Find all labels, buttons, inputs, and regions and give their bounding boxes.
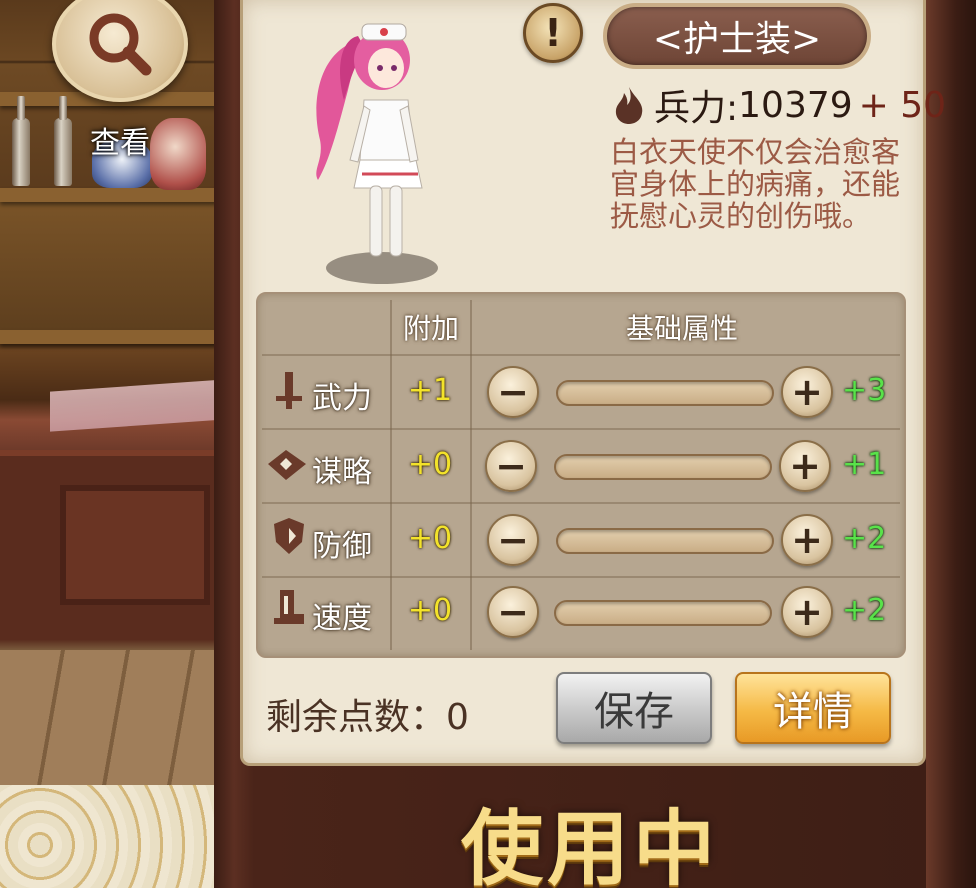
increase-force-button[interactable]: +	[781, 366, 833, 418]
force-slider[interactable]	[556, 380, 774, 406]
base-force: +3	[842, 373, 887, 408]
view-label: 查看	[90, 126, 150, 161]
shield-icon	[274, 518, 304, 554]
increase-strategy-button[interactable]: +	[779, 440, 831, 492]
flame-icon	[615, 87, 643, 124]
cabinet-panel	[60, 485, 210, 605]
sword-icon	[276, 372, 302, 409]
row-divider	[262, 428, 900, 430]
decrease-speed-button[interactable]: −	[487, 586, 539, 638]
decrease-defense-button[interactable]: −	[487, 514, 539, 566]
remaining-points-value: 0	[446, 697, 469, 738]
remaining-points-label: 剩余点数：	[266, 697, 447, 738]
decrease-strategy-button[interactable]: −	[485, 440, 537, 492]
boot-icon	[274, 590, 304, 624]
detail-button[interactable]: 详情	[735, 672, 891, 744]
power-value: 10379	[738, 84, 853, 126]
strategy-slider[interactable]	[554, 454, 772, 480]
frame-edge	[926, 0, 976, 888]
counter-top	[50, 378, 226, 432]
row-divider	[262, 576, 900, 578]
costume-name-plate: <护士装>	[603, 3, 871, 69]
header-bonus: 附加	[402, 312, 459, 345]
stat-label-force: 武力	[312, 381, 372, 416]
bonus-speed: +0	[407, 593, 453, 628]
row-divider	[262, 502, 900, 504]
bonus-strategy: +0	[407, 447, 453, 482]
bonus-defense: +0	[407, 521, 453, 556]
strategy-icon	[268, 450, 306, 480]
remaining-points: 剩余点数：0	[266, 688, 469, 740]
shelf	[0, 330, 226, 344]
nurse-character-sprite	[316, 23, 438, 284]
decrease-force-button[interactable]: −	[487, 366, 539, 418]
defense-slider[interactable]	[556, 528, 774, 554]
rug	[0, 785, 226, 888]
speed-slider[interactable]	[554, 600, 772, 626]
stat-label-strategy: 谋略	[312, 455, 372, 490]
save-button[interactable]: 保存	[556, 672, 712, 744]
row-divider	[262, 354, 900, 356]
power-bonus: + 50	[858, 84, 947, 126]
magnifier-icon	[89, 13, 152, 76]
bonus-force: +1	[407, 373, 453, 408]
base-speed: +2	[842, 593, 887, 628]
shelf	[0, 188, 226, 202]
bottle	[12, 96, 30, 186]
power-stat: 兵力: 10379 + 50	[612, 82, 947, 129]
stat-label-speed: 速度	[312, 601, 372, 636]
power-label: 兵力:	[654, 88, 739, 129]
base-strategy: +1	[842, 447, 887, 482]
floor	[0, 650, 226, 790]
increase-defense-button[interactable]: +	[781, 514, 833, 566]
info-exclamation-icon[interactable]: !	[523, 3, 583, 63]
header-base: 基础属性	[625, 312, 738, 345]
in-use-status: 使用中	[460, 802, 719, 888]
stat-label-defense: 防御	[312, 529, 372, 564]
base-defense: +2	[842, 521, 887, 556]
costume-description: 白衣天使不仅会治愈客官身体上的病痛，还能抚慰心灵的创伤哦。	[610, 135, 901, 233]
increase-speed-button[interactable]: +	[781, 586, 833, 638]
